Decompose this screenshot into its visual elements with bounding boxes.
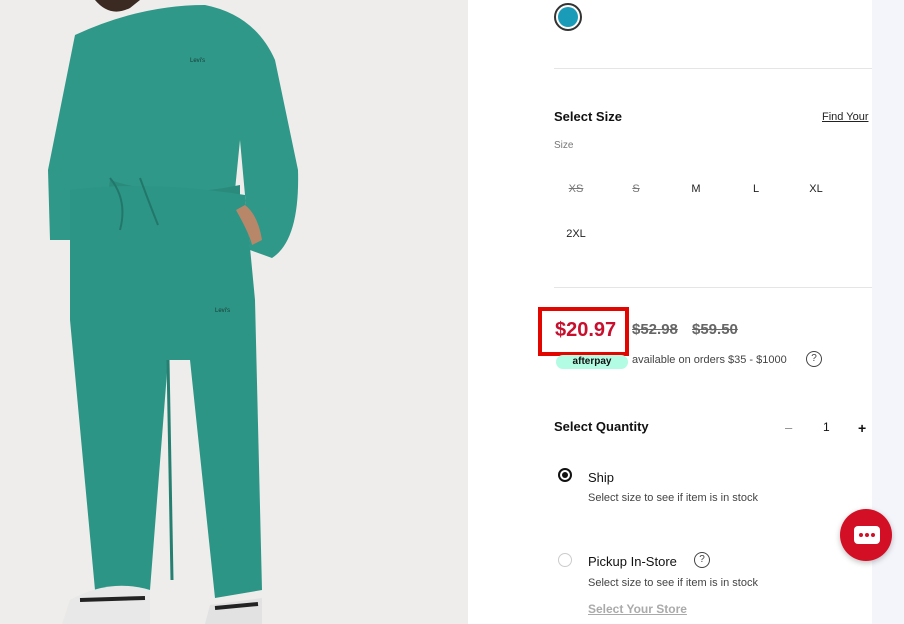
select-size-heading: Select Size (554, 109, 622, 124)
divider (554, 68, 872, 69)
select-store-link[interactable]: Select Your Store (588, 602, 687, 616)
pickup-stock-note: Select size to see if item is in stock (588, 577, 758, 589)
help-icon[interactable]: ? (806, 351, 822, 367)
chat-dot (859, 533, 863, 537)
ship-stock-note: Select size to see if item is in stock (588, 492, 758, 504)
chat-dot (865, 533, 869, 537)
pickup-radio[interactable] (558, 553, 572, 567)
svg-text:Levi's: Levi's (190, 58, 205, 64)
size-option-2xl[interactable]: 2XL (556, 228, 596, 240)
original-price: $52.98 (632, 321, 678, 338)
afterpay-badge: afterpay (556, 355, 628, 369)
quantity-increase-button[interactable]: + (858, 420, 866, 436)
divider (554, 287, 872, 288)
pickup-help-icon[interactable]: ? (694, 552, 710, 568)
chat-dot (871, 533, 875, 537)
size-option-m[interactable]: M (676, 183, 716, 195)
ship-label: Ship (588, 470, 615, 485)
size-option-s[interactable]: S (616, 183, 656, 195)
size-option-xs[interactable]: XS (556, 183, 596, 195)
svg-text:Levi's: Levi's (215, 308, 230, 314)
list-price: $59.50 (692, 321, 738, 338)
size-option-l[interactable]: L (736, 183, 776, 195)
size-caption: Size (554, 140, 574, 151)
color-swatch-teal[interactable] (554, 3, 582, 31)
price-highlight-box (538, 307, 629, 356)
quantity-decrease-button[interactable]: – (785, 420, 792, 435)
chat-button[interactable] (840, 509, 892, 561)
size-option-xl[interactable]: XL (796, 183, 836, 195)
ship-radio[interactable] (558, 468, 572, 482)
select-quantity-heading: Select Quantity (554, 419, 649, 434)
model-illustration: Levi's Levi's (0, 0, 468, 624)
find-your-size-link[interactable]: Find Your (822, 111, 868, 123)
quantity-value[interactable]: 1 (823, 420, 830, 434)
afterpay-info: available on orders $35 - $1000 (632, 354, 787, 366)
swatch-fill (558, 7, 578, 27)
product-image: Levi's Levi's (0, 0, 468, 624)
product-details-panel (468, 0, 872, 624)
pickup-label: Pickup In-Store (588, 554, 677, 569)
